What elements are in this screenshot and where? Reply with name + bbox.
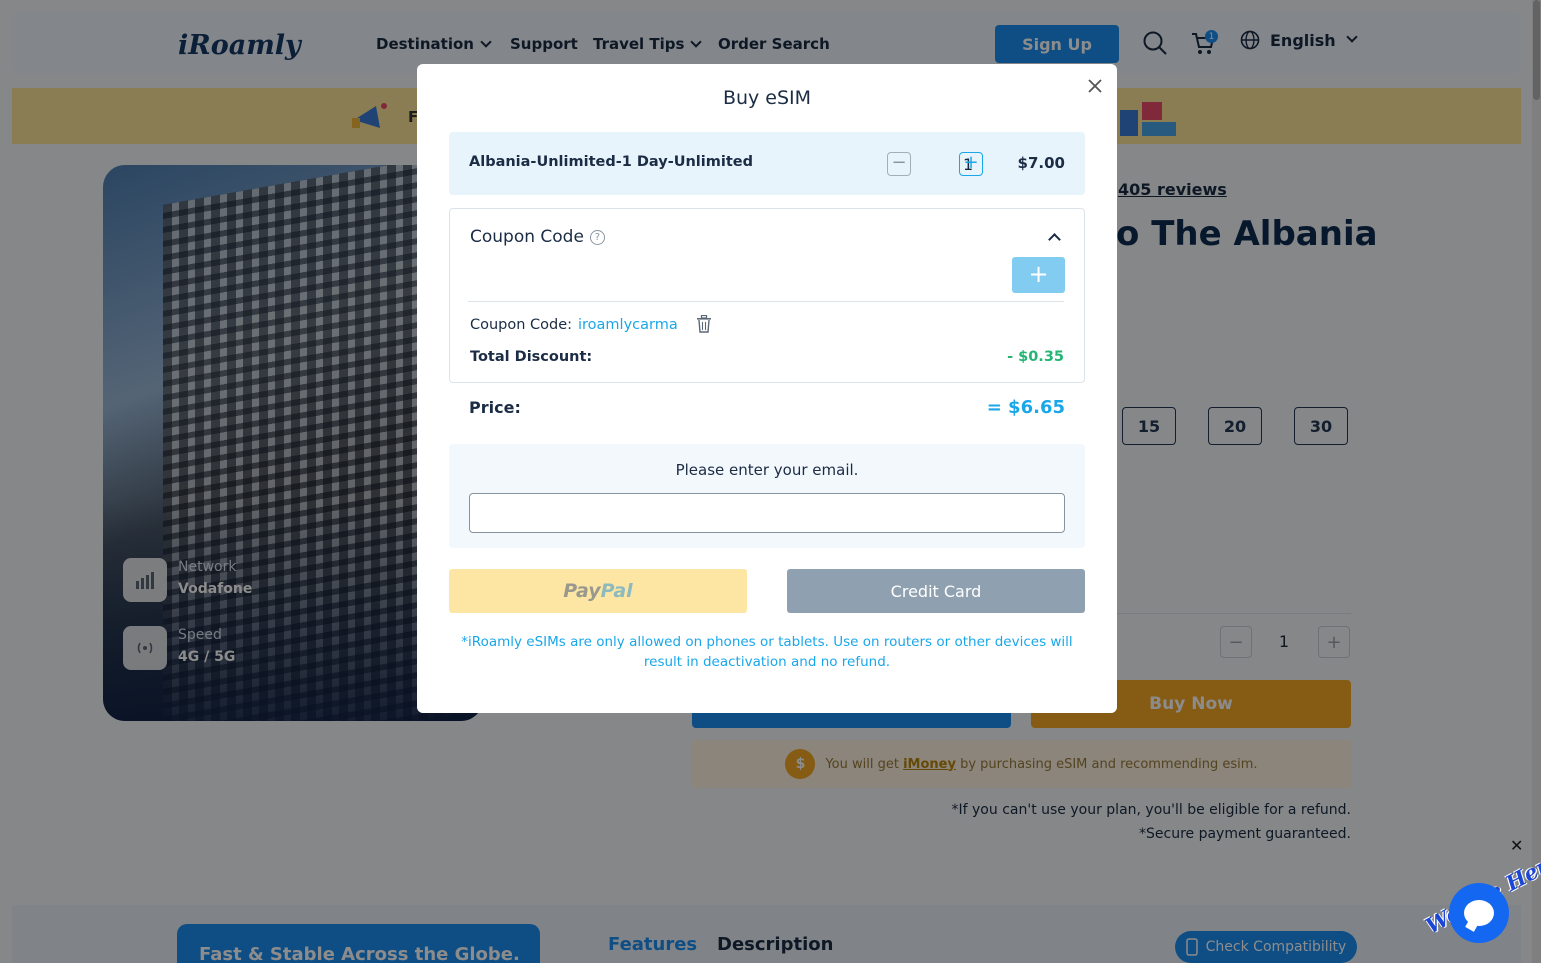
product-name: Albania-Unlimited-1 Day-Unlimited xyxy=(469,154,753,170)
email-label: Please enter your email. xyxy=(675,461,859,479)
modal-qty-decrement-button[interactable]: − xyxy=(887,152,911,176)
chat-bubble-icon xyxy=(1464,900,1494,926)
applied-coupon-code: iroamlycarma xyxy=(578,317,678,333)
help-icon[interactable]: ? xyxy=(589,229,605,245)
unit-price: $7.00 xyxy=(1017,154,1065,172)
price-value: = $6.65 xyxy=(986,397,1065,418)
total-discount-label: Total Discount: xyxy=(470,349,593,365)
divider xyxy=(468,301,1064,302)
applied-coupon-label: Coupon Code: xyxy=(470,317,573,333)
cart-line-item: Albania-Unlimited-1 Day-Unlimited − 1 + … xyxy=(449,132,1085,195)
chevron-up-icon[interactable] xyxy=(1048,233,1061,246)
modal-title: Buy eSIM xyxy=(722,87,812,109)
coupon-panel: Coupon Code ? + Coupon Code: iroamlycarm… xyxy=(449,208,1085,383)
coupon-title: Coupon Code xyxy=(470,227,584,247)
paypal-button[interactable]: Pay Pal xyxy=(449,569,747,613)
modal-qty-increment-button[interactable]: + xyxy=(959,152,983,176)
paypal-logo-pay: Pay xyxy=(563,580,601,602)
device-notice: *iRoamly eSIMs are only allowed on phone… xyxy=(461,634,1073,670)
price-label: Price: xyxy=(469,398,521,417)
total-discount-value: - $0.35 xyxy=(1007,349,1064,365)
email-field[interactable] xyxy=(469,493,1065,533)
chat-launcher-button[interactable] xyxy=(1449,883,1509,943)
paypal-logo-pal: Pal xyxy=(600,580,633,602)
buy-esim-modal: Buy eSIM Albania-Unlimited-1 Day-Unlimit… xyxy=(417,64,1117,713)
credit-card-button[interactable]: Credit Card xyxy=(787,569,1085,613)
coupon-header[interactable]: Coupon Code ? xyxy=(470,227,605,247)
trash-icon[interactable] xyxy=(696,315,712,333)
coupon-input[interactable] xyxy=(470,257,990,293)
close-icon[interactable] xyxy=(1085,76,1105,96)
chat-close-button[interactable]: ✕ xyxy=(1510,836,1523,855)
email-section: Please enter your email. xyxy=(449,444,1085,548)
add-coupon-button[interactable]: + xyxy=(1012,257,1065,293)
